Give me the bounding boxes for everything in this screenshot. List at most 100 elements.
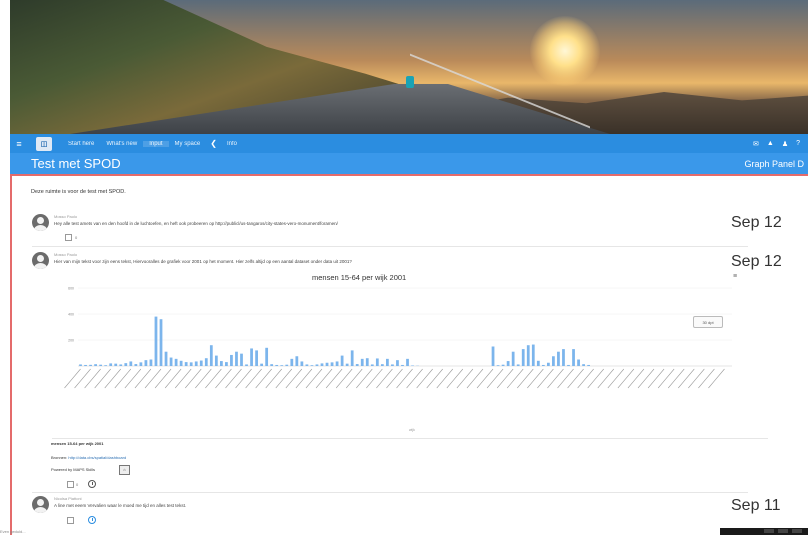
- bar[interactable]: [280, 365, 284, 366]
- bar[interactable]: [79, 364, 82, 366]
- like-checkbox[interactable]: [65, 234, 72, 241]
- bar[interactable]: [572, 349, 575, 366]
- bar[interactable]: [355, 364, 359, 366]
- bar[interactable]: [516, 364, 520, 366]
- bar[interactable]: [84, 364, 87, 366]
- bar[interactable]: [154, 316, 158, 366]
- bar[interactable]: [109, 363, 113, 366]
- avatar[interactable]: [32, 496, 49, 513]
- bar[interactable]: [406, 358, 409, 366]
- bar[interactable]: [562, 349, 565, 366]
- like-checkbox[interactable]: [67, 481, 74, 488]
- bar[interactable]: [199, 360, 203, 366]
- bar[interactable]: [119, 364, 123, 366]
- widget-badge-icon[interactable]: ⌂: [119, 465, 130, 475]
- bar[interactable]: [149, 359, 153, 367]
- bar[interactable]: [386, 358, 389, 366]
- user-icon[interactable]: ♟: [782, 140, 788, 148]
- bar[interactable]: [506, 361, 510, 366]
- post-author[interactable]: Mosso Paolo: [54, 214, 77, 219]
- nav-item-my-space[interactable]: My space: [169, 141, 207, 147]
- bar[interactable]: [552, 356, 555, 366]
- graph-panel-link[interactable]: Graph Panel D: [744, 159, 808, 169]
- post-author[interactable]: Mosso Paolo: [54, 252, 77, 257]
- bar[interactable]: [219, 361, 223, 366]
- bar[interactable]: [305, 364, 309, 366]
- taskbar-app-icon[interactable]: [764, 529, 774, 533]
- bar[interactable]: [541, 364, 545, 366]
- bar[interactable]: [250, 348, 253, 366]
- bar[interactable]: [360, 358, 364, 366]
- bar[interactable]: [295, 356, 299, 366]
- bar[interactable]: [521, 349, 525, 366]
- bar[interactable]: [330, 362, 334, 366]
- bar[interactable]: [310, 365, 314, 366]
- bar[interactable]: [240, 353, 243, 366]
- post-author[interactable]: Nicolsa Piattoni: [54, 496, 82, 501]
- bar[interactable]: [396, 360, 399, 366]
- bar[interactable]: [114, 363, 118, 366]
- clock-icon[interactable]: [88, 516, 96, 524]
- source-link[interactable]: http://data.cbs/spatial/dashboard: [68, 455, 126, 460]
- bar[interactable]: [214, 355, 218, 366]
- bar[interactable]: [129, 361, 133, 366]
- bar[interactable]: [557, 351, 560, 366]
- bar[interactable]: [134, 364, 138, 366]
- bar[interactable]: [577, 359, 580, 367]
- bar[interactable]: [174, 358, 178, 366]
- bar[interactable]: [230, 354, 233, 366]
- bar[interactable]: [139, 362, 143, 366]
- bar[interactable]: [587, 364, 591, 366]
- bar[interactable]: [225, 362, 228, 366]
- bar[interactable]: [184, 362, 188, 366]
- bar[interactable]: [260, 363, 264, 366]
- bar[interactable]: [501, 364, 505, 366]
- bar[interactable]: [144, 360, 148, 366]
- help-icon[interactable]: ?: [796, 140, 800, 148]
- nav-item-whats-new[interactable]: What's new: [100, 141, 143, 147]
- bar[interactable]: [179, 360, 183, 366]
- bar[interactable]: [99, 364, 103, 366]
- bar[interactable]: [194, 361, 198, 366]
- bar[interactable]: [94, 364, 97, 366]
- bar[interactable]: [164, 351, 168, 366]
- bar[interactable]: [89, 364, 92, 366]
- chevron-left-icon[interactable]: ❮: [206, 139, 221, 148]
- bar[interactable]: [365, 358, 369, 366]
- bar[interactable]: [391, 364, 394, 366]
- bar[interactable]: [335, 361, 339, 366]
- bar[interactable]: [567, 364, 570, 366]
- bar[interactable]: [411, 365, 414, 366]
- bar[interactable]: [511, 351, 515, 366]
- bar[interactable]: [536, 360, 540, 366]
- bar[interactable]: [320, 363, 324, 366]
- clock-icon[interactable]: [88, 480, 96, 488]
- bar[interactable]: [265, 347, 269, 366]
- bar[interactable]: [104, 365, 108, 366]
- bar[interactable]: [124, 363, 128, 366]
- taskbar-app-icon[interactable]: [778, 529, 788, 533]
- bar[interactable]: [526, 345, 530, 366]
- bar[interactable]: [290, 358, 294, 366]
- hamburger-menu-icon[interactable]: ≡: [10, 139, 28, 149]
- chart-export-button[interactable]: 30 dpt: [693, 316, 723, 328]
- bar[interactable]: [350, 350, 354, 366]
- bar[interactable]: [401, 364, 404, 366]
- bar[interactable]: [340, 355, 344, 366]
- bar[interactable]: [159, 319, 163, 366]
- avatar[interactable]: [32, 214, 49, 231]
- taskbar-app-icon[interactable]: [792, 529, 802, 533]
- bar[interactable]: [300, 361, 304, 366]
- bar[interactable]: [370, 364, 374, 366]
- bar[interactable]: [325, 362, 329, 366]
- nav-item-start[interactable]: Start here: [62, 141, 100, 147]
- mail-icon[interactable]: ✉: [753, 140, 759, 148]
- bar[interactable]: [380, 364, 384, 366]
- bar[interactable]: [245, 364, 248, 366]
- bar[interactable]: [285, 364, 289, 366]
- bar[interactable]: [275, 364, 279, 366]
- bar[interactable]: [546, 362, 550, 366]
- bar[interactable]: [169, 357, 173, 366]
- chart-menu-icon[interactable]: ≡: [733, 273, 737, 280]
- bar[interactable]: [531, 344, 535, 366]
